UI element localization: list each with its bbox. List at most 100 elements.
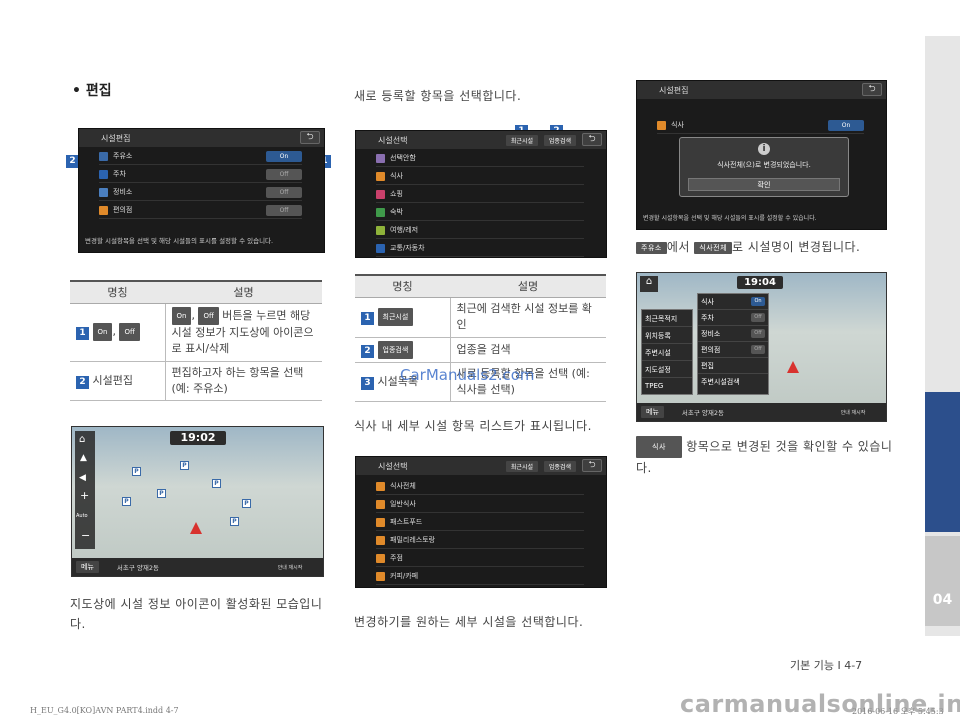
caption-2: 변경하기를 원하는 세부 시설을 선택합니다. [354,615,584,629]
menu-item[interactable]: 편의점 Off [698,342,768,358]
menu-item[interactable]: TPEG [642,378,692,395]
list-item[interactable]: 식사전체 [376,478,584,495]
toggle-off[interactable]: Off [266,186,302,198]
toggle-off[interactable]: Off [266,168,302,180]
facility-row-parking[interactable]: 주차 Off [99,166,302,183]
menu-item[interactable]: 지도설정 [642,361,692,378]
list-item[interactable]: 커피/카페 [376,568,584,585]
compass-icon[interactable]: ▲ [80,453,87,463]
back-button[interactable]: ⮌ [300,131,320,144]
list-item[interactable]: 식사 [376,168,584,185]
left-menu: 최근목적지 위치등록 주변시설 지도설정 TPEG [641,309,693,395]
off-button: Off [119,323,140,341]
screen-header: 시설선택 최근시설 업종검색 ⮌ [356,457,606,475]
list-item[interactable]: 패스트푸드 [376,514,584,531]
repair-icon [99,187,108,197]
map-screen-2: 19:04 ⌂ 최근목적지 위치등록 주변시설 지도설정 TPEG 식사 On 주… [636,272,887,422]
row-label: 주차 [113,170,126,178]
sub-facility-screen: 시설선택 최근시설 업종검색 ⮌ 식사전체 일반식사 패스트푸드 패밀리레스토랑… [355,456,607,588]
food-icon [376,499,385,509]
menu-item[interactable]: 최근목적지 [642,310,692,327]
food-button: 식사 [636,436,682,458]
toggle-off[interactable]: Off [266,204,302,216]
menu-item[interactable]: 주차 Off [698,310,768,326]
parking-pin[interactable]: P [180,461,189,470]
parking-pin[interactable]: P [157,489,166,498]
list-item[interactable]: 일반식사 [376,496,584,513]
screen-footer: 변경할 시설항목을 선택 및 해당 시설들의 표시를 설정할 수 있습니다. [643,214,817,222]
list-item[interactable]: 숙박 [376,204,584,221]
list-item[interactable]: 선택안함 [376,150,584,167]
volume-icon[interactable]: ◀ [79,473,86,483]
cafe-icon [376,571,385,581]
food-icon [657,120,666,130]
toggle-on[interactable]: On [266,150,302,162]
recent-facility-button[interactable]: 최근시설 [505,461,538,472]
category-search-button[interactable]: 업종검색 [543,461,576,472]
text-rename: 주유소 에서 식사전체 로 시설명이 변경됩니다. [636,238,860,255]
parking-pin[interactable]: P [230,517,239,526]
category-search-button[interactable]: 업종검색 [543,135,576,146]
facility-row-store[interactable]: 편의점 Off [99,202,302,219]
food-icon [376,171,385,181]
nearby-search-item[interactable]: 주변시설검색 [698,374,768,390]
list-item[interactable]: 주점 [376,550,584,567]
store-icon [99,205,108,215]
off-button: Off [198,307,219,325]
table-row-desc: 편집하고자 하는 항목을 선택(예: 주유소) [165,361,322,401]
menu-item[interactable]: 위치등록 [642,327,692,344]
parking-pin[interactable]: P [132,467,141,476]
menu-button[interactable]: 메뉴 [76,561,99,573]
parking-pin[interactable]: P [212,479,221,488]
shopping-icon [376,189,385,199]
facility-row-food[interactable]: 식사 On [657,117,864,134]
text-part: 로 시설명이 변경됩니다. [732,240,861,254]
parking-pin[interactable]: P [242,499,251,508]
back-button[interactable]: ⮌ [862,83,882,96]
parking-pin[interactable]: P [122,497,131,506]
col-desc-header: 설명 [165,280,322,304]
zoom-out-icon[interactable]: − [81,529,90,542]
table-row-name: 1 최근시설 [355,297,451,338]
screen-title: 시설선택 [378,461,408,471]
menu-item[interactable]: 정비소 Off [698,326,768,342]
edit-item[interactable]: 편집 [698,358,768,374]
guide-restart-button[interactable]: 안내 재시작 [277,564,303,571]
facility-row-gas[interactable]: 주유소 On [99,148,302,165]
menu-item[interactable]: 식사 On [698,294,768,310]
screen-header: 시설편집 ⮌ [79,129,324,147]
zoom-in-icon[interactable]: + [80,489,89,502]
menu-item[interactable]: 주변시설 [642,344,692,361]
list-item[interactable]: 쇼핑 [376,186,584,203]
recent-facility-button[interactable]: 최근시설 [505,135,538,146]
chapter-tab-selected [925,392,960,532]
list-item[interactable]: 여행/레저 [376,222,584,239]
table-row-name: 2 업종검색 [355,337,451,363]
home-icon[interactable]: ⌂ [640,276,658,292]
row-label: 정비소 [113,188,133,196]
list-item[interactable]: 패밀리레스토랑 [376,532,584,549]
home-icon[interactable]: ⌂ [79,434,85,445]
menu-button[interactable]: 메뉴 [641,406,664,418]
separator: , [112,325,116,338]
file-footer: H_EU_G4.0[KO]AVN PART4.indd 4-7 [30,706,179,715]
restaurant-icon [376,535,385,545]
confirm-button[interactable]: 확인 [688,178,840,191]
auto-label[interactable]: Auto [76,513,88,519]
table-row-name: 2 시설편집 [70,361,166,401]
back-button[interactable]: ⮌ [582,459,602,472]
food-icon [376,481,385,491]
parking-icon [99,169,108,179]
screen-header: 시설선택 최근시설 업종검색 ⮌ [356,131,606,149]
facility-row-repair[interactable]: 정비소 Off [99,184,302,201]
info-icon: i [758,143,770,155]
clock: 19:04 [737,276,783,289]
back-button[interactable]: ⮌ [582,133,602,146]
toggle-on[interactable]: On [828,119,864,131]
transport-icon [376,243,385,253]
row-label: 주유소 [113,152,133,160]
list-item[interactable]: 교통/자동차 [376,240,584,257]
guide-restart-button[interactable]: 안내 재시작 [840,409,866,416]
table-row-desc: 업종을 검색 [450,337,606,363]
row-name: 시설편집 [92,373,133,387]
